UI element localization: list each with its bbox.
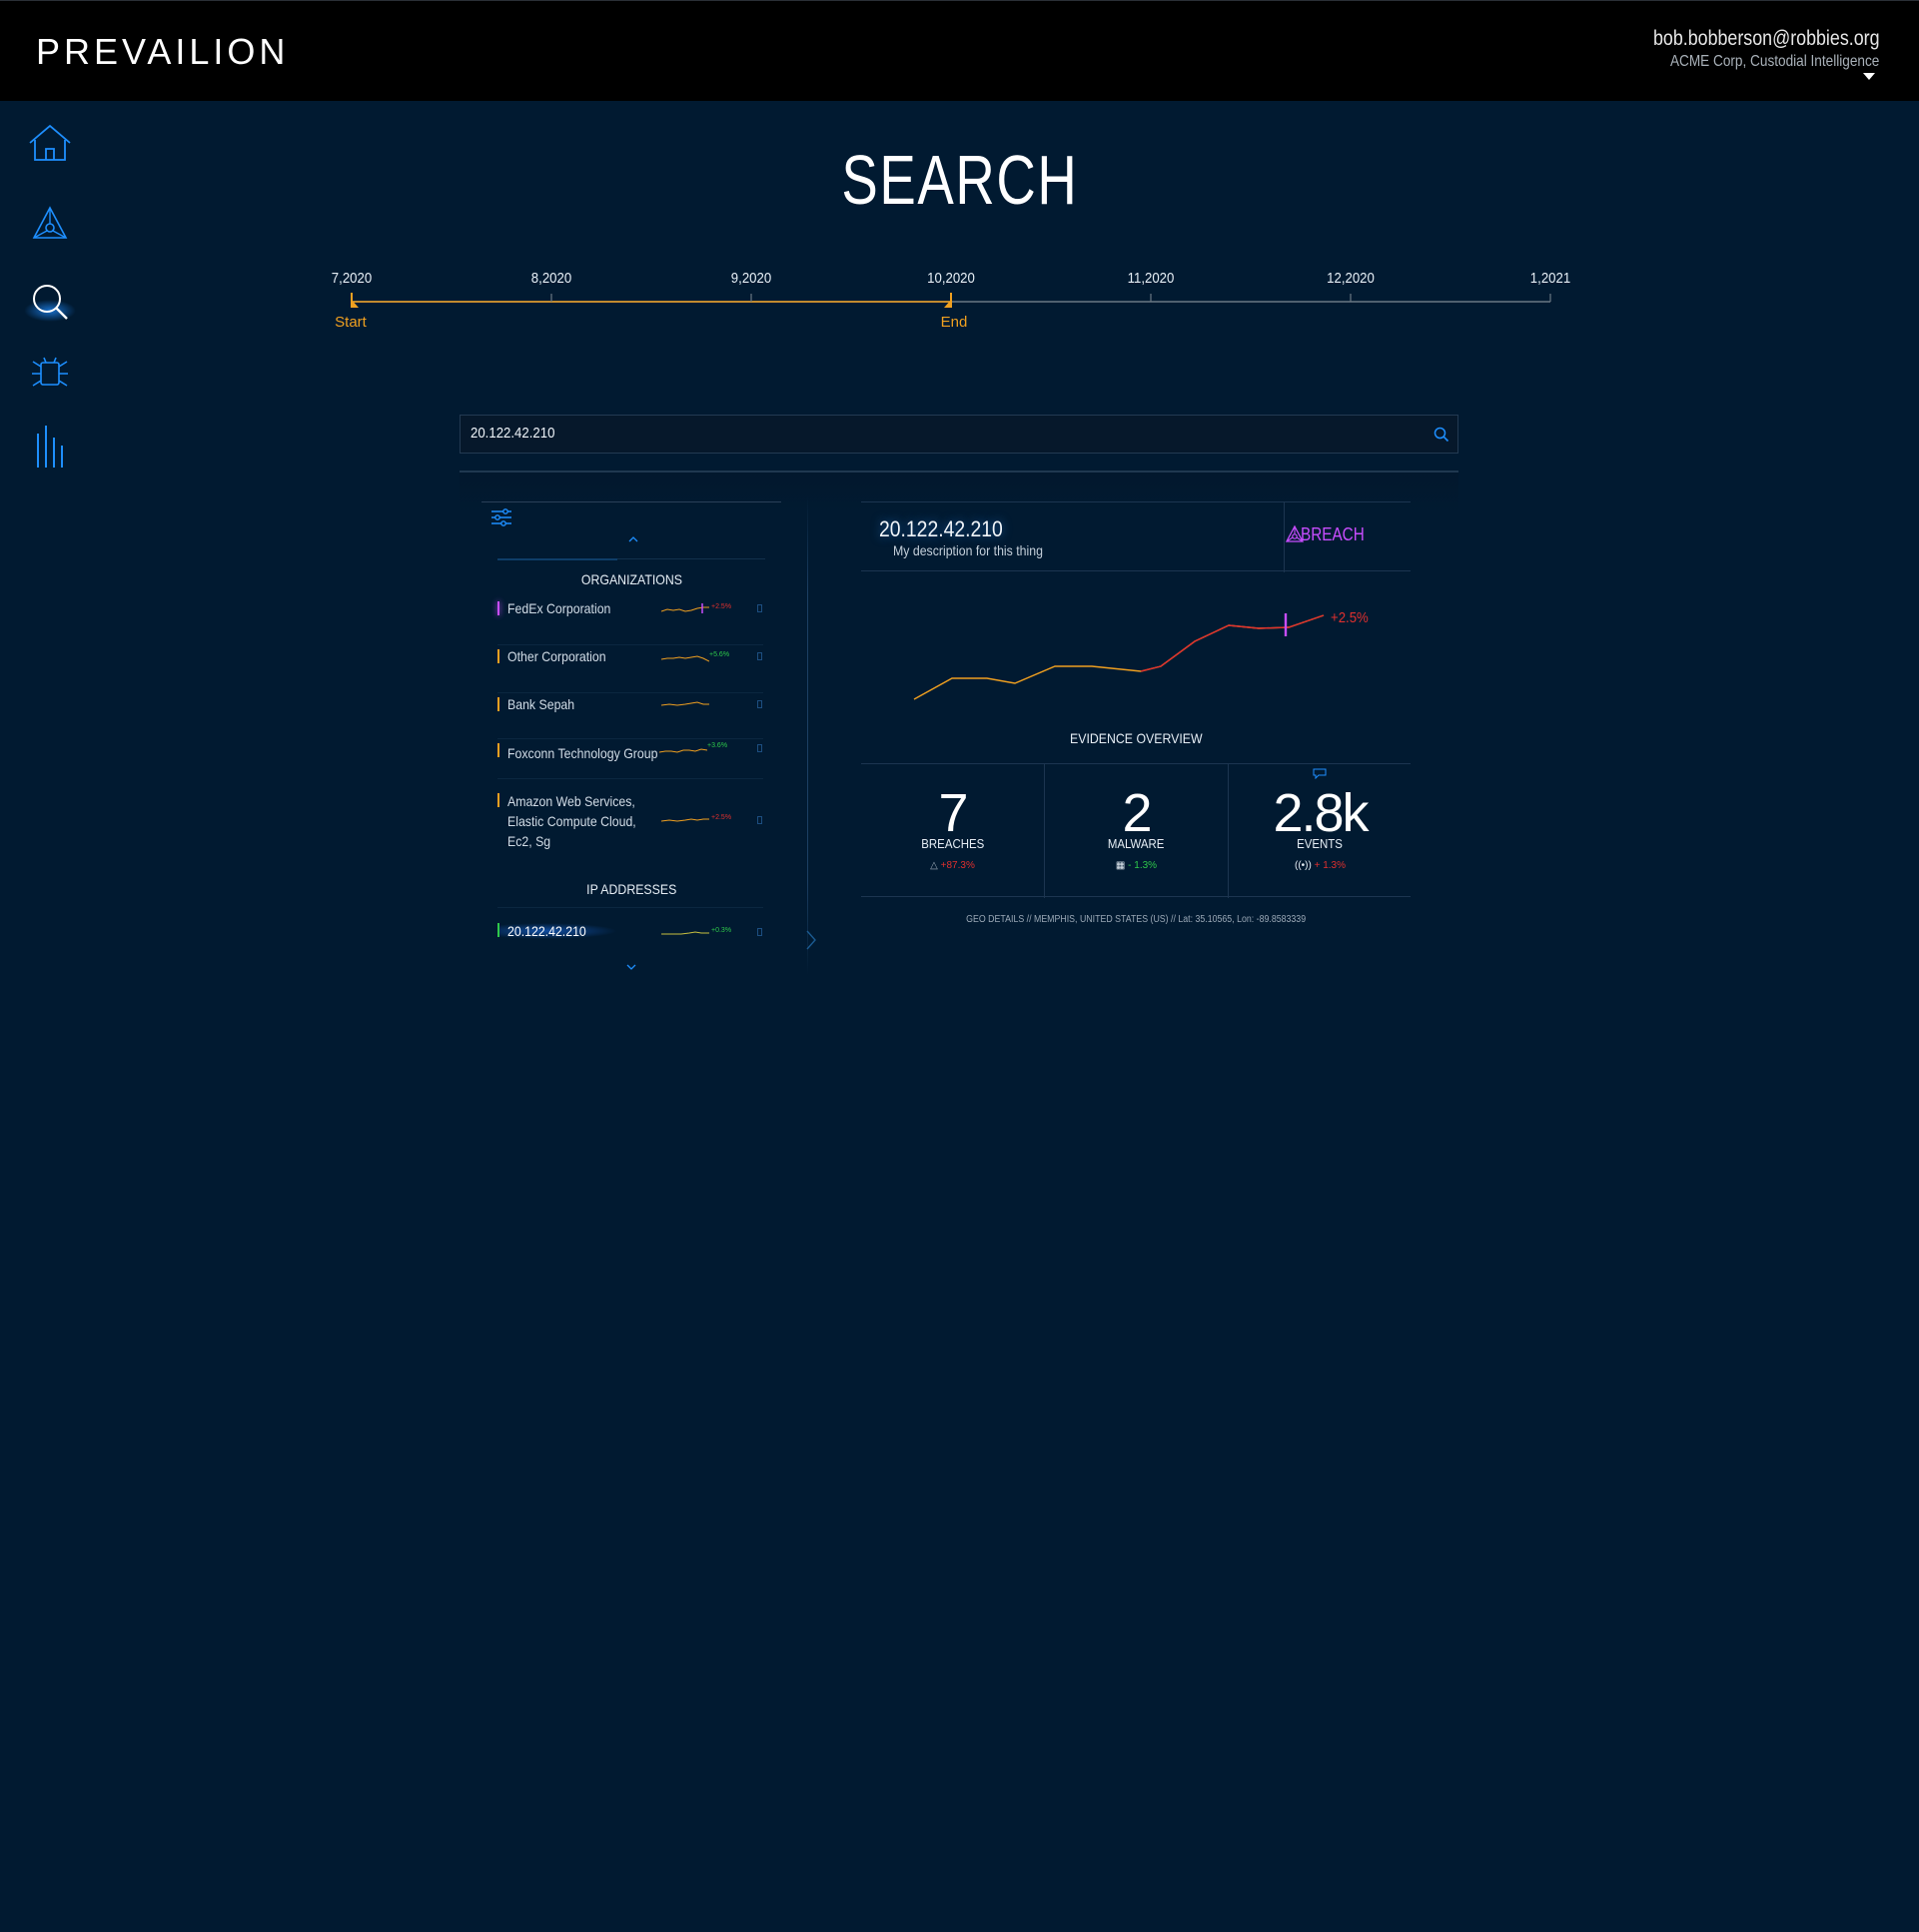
evidence-label: MALWARE (1108, 836, 1165, 851)
malware-small-icon: ▦ (1115, 860, 1126, 871)
row-sparkline (661, 818, 709, 822)
row-pct: +3.6% (707, 742, 728, 749)
row-label: Amazon Web Services, (507, 793, 635, 809)
row-label: Other Corporation (507, 648, 606, 664)
evidence-breaches[interactable]: 7 BREACHES △ +87.3% (861, 764, 1044, 898)
page-title: SEARCH (841, 141, 1078, 219)
search-icon[interactable] (1434, 427, 1449, 443)
timeline-label: 8,2020 (530, 270, 572, 287)
row-pct: +5.6% (709, 651, 730, 658)
row-label: Bank Sepah (507, 696, 575, 712)
list-item[interactable]: Foxconn Technology Group +3.6% (497, 739, 763, 779)
row-sparkline (661, 931, 709, 935)
evidence-label: BREACHES (921, 836, 984, 851)
row-detail-icon[interactable] (757, 700, 762, 708)
scroll-up-chevron-icon[interactable] (627, 535, 639, 543)
detail-ip: 20.122.42.210 (879, 516, 1003, 541)
search-nav-icon[interactable] (26, 278, 74, 326)
selected-pointer-icon (806, 930, 816, 950)
evidence-value: 7 (938, 783, 968, 843)
list-item-selected[interactable]: 20.122.42.210 +0.3% (497, 919, 763, 951)
user-menu-caret-icon[interactable] (1863, 73, 1875, 80)
events-small-icon: ((•)) (1294, 860, 1312, 871)
row-label: Ec2, Sg (507, 833, 551, 849)
filter-icon[interactable] (489, 507, 513, 527)
scroll-down-chevron-icon[interactable] (625, 963, 637, 971)
evidence-delta: ((•)) + 1.3% (1294, 860, 1347, 871)
results-panel-border (481, 501, 781, 502)
trend-chart (913, 613, 1325, 700)
bug-icon[interactable] (26, 350, 74, 398)
row-detail-icon[interactable] (757, 652, 762, 660)
evidence-delta: ▦ - 1.3% (1115, 860, 1158, 871)
evidence-malware[interactable]: 2 MALWARE ▦ - 1.3% (1045, 764, 1228, 898)
comment-icon[interactable] (1313, 768, 1327, 779)
row-status-bar (497, 743, 499, 757)
prevailion-logo[interactable]: PREVAILION (36, 31, 289, 73)
evidence-value: 2 (1122, 783, 1152, 843)
row-sparkline (661, 655, 709, 662)
evidence-grid: 7 BREACHES △ +87.3% 2 MALWARE ▦ - 1.3% 2… (861, 763, 1412, 898)
row-detail-icon[interactable] (757, 816, 762, 824)
timeline-label: 9,2020 (730, 270, 772, 287)
evidence-label: EVENTS (1297, 836, 1344, 851)
panel-divider (807, 497, 808, 975)
search-input[interactable]: 20.122.42.210 (460, 415, 1458, 454)
row-sparkline (659, 748, 707, 753)
row-pct: +2.5% (711, 814, 732, 821)
row-pct: +2.5% (711, 603, 732, 610)
row-status-bar (497, 649, 499, 663)
row-status-bar (497, 923, 499, 937)
timeline-label: 7,2020 (331, 270, 373, 287)
evidence-overview-title: EVIDENCE OVERVIEW (1069, 730, 1203, 746)
row-sparkline (661, 701, 709, 706)
timeline-label: 12,2020 (1327, 270, 1375, 287)
row-status-bar (497, 793, 499, 807)
row-detail-icon[interactable] (757, 744, 762, 752)
row-label: Foxconn Technology Group (507, 745, 658, 761)
timeline-end-handle[interactable]: End (941, 314, 968, 331)
evidence-delta: △ +87.3% (930, 860, 975, 871)
ip-divider (497, 907, 763, 908)
search-input-value: 20.122.42.210 (471, 425, 555, 442)
detail-header: 20.122.42.210 My description for this th… (861, 501, 1411, 572)
trend-percent: +2.5% (1331, 609, 1369, 626)
breach-small-icon: △ (930, 860, 938, 871)
evidence-events[interactable]: 2.8k EVENTS ((•)) + 1.3% (1229, 764, 1412, 898)
timeline-label: 1,2021 (1529, 270, 1571, 287)
row-status-bar (497, 697, 499, 711)
row-sparkline (661, 603, 709, 613)
tab-active-underline (497, 558, 617, 560)
breach-tag[interactable]: BREACH (1301, 524, 1365, 545)
list-item[interactable]: Other Corporation +5.6% (497, 645, 763, 693)
list-item[interactable]: Amazon Web Services, Elastic Compute Clo… (497, 789, 763, 857)
timeline-start-handle[interactable]: Start (335, 314, 367, 331)
row-pct: +0.3% (711, 927, 732, 934)
timeline-axis[interactable] (340, 290, 1578, 310)
user-email[interactable]: bob.bobberson@robbies.org (1652, 27, 1879, 51)
organizations-title: ORGANIZATIONS (580, 571, 682, 587)
ip-addresses-title: IP ADDRESSES (585, 881, 677, 897)
list-item[interactable]: Bank Sepah (497, 693, 763, 739)
row-label: Elastic Compute Cloud, (507, 813, 636, 829)
row-label: 20.122.42.210 (507, 923, 586, 939)
tab-divider (617, 558, 765, 559)
bars-icon[interactable] (26, 424, 74, 472)
row-label: FedEx Corporation (507, 600, 611, 616)
user-organization: ACME Corp, Custodial Intelligence (1669, 53, 1879, 70)
evidence-value: 2.8k (1273, 783, 1369, 843)
geo-details: GEO DETAILS // MEMPHIS, UNITED STATES (U… (966, 914, 1306, 925)
row-detail-icon[interactable] (757, 604, 762, 612)
timeline-label: 11,2020 (1127, 270, 1175, 287)
row-detail-icon[interactable] (757, 928, 762, 936)
row-status-bar (497, 601, 499, 615)
detail-description: My description for this thing (893, 542, 1043, 558)
timeline-label: 10,2020 (927, 270, 975, 287)
top-header: PREVAILION bob.bobberson@robbies.org ACM… (0, 0, 1919, 101)
list-item[interactable]: FedEx Corporation +2.5% (497, 597, 763, 645)
